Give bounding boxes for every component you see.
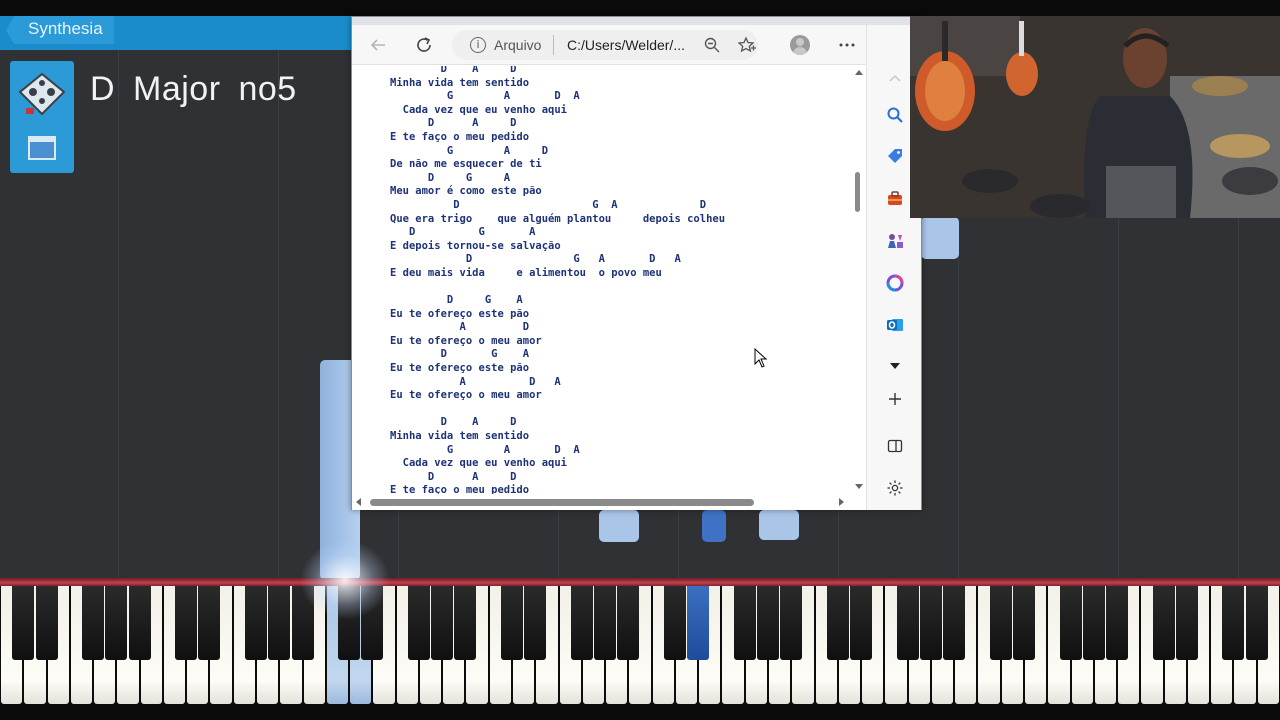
black-key[interactable] [1175, 586, 1198, 660]
black-key[interactable] [780, 586, 803, 660]
black-key[interactable] [1106, 586, 1129, 660]
black-key[interactable] [617, 586, 640, 660]
vertical-scroll-thumb[interactable] [855, 172, 860, 212]
profile-icon[interactable] [790, 35, 810, 55]
scroll-up-arrow-icon[interactable] [855, 70, 863, 75]
dropdown-icon[interactable] [886, 357, 904, 375]
tab-strip [352, 17, 921, 25]
more-icon[interactable] [838, 36, 856, 54]
black-key[interactable] [663, 586, 686, 660]
favorites-add-icon[interactable] [738, 36, 756, 54]
black-key[interactable] [687, 586, 710, 660]
lane-divider [278, 50, 279, 580]
info-icon[interactable]: i [470, 37, 486, 53]
black-key[interactable] [128, 586, 151, 660]
falling-note [921, 217, 959, 259]
synthesia-back-label: Synthesia [28, 19, 103, 38]
horizontal-scroll-thumb[interactable] [370, 499, 754, 506]
chord-title: D Major no5 [90, 70, 297, 108]
search-icon[interactable] [886, 106, 904, 124]
sidebar-collapse-icon[interactable] [888, 73, 902, 83]
mouse-cursor-icon [754, 348, 768, 368]
black-key[interactable] [594, 586, 617, 660]
black-key[interactable] [1059, 586, 1082, 660]
black-key[interactable] [826, 586, 849, 660]
tools-icon[interactable] [886, 189, 904, 207]
address-url[interactable]: C:/Users/Welder/... [567, 37, 685, 53]
gamepad-icon[interactable] [16, 70, 68, 120]
scroll-left-arrow-icon[interactable] [356, 498, 361, 506]
scroll-right-arrow-icon[interactable] [839, 498, 844, 506]
back-arrow-icon[interactable] [369, 36, 387, 54]
black-key[interactable] [1152, 586, 1175, 660]
black-key[interactable] [757, 586, 779, 660]
black-key[interactable] [501, 586, 523, 660]
lyrics-text: D A D Minha vida tem sentido G A D A Cad… [390, 66, 726, 497]
falling-note [702, 510, 726, 542]
black-key[interactable] [245, 586, 267, 660]
piano-keyboard [0, 586, 1280, 704]
outlook-icon[interactable] [886, 316, 904, 334]
black-key[interactable] [524, 586, 547, 660]
black-key[interactable] [733, 586, 756, 660]
address-separator [553, 35, 554, 55]
black-key[interactable] [896, 586, 919, 660]
bottom-letterbox [0, 704, 1280, 720]
address-scheme: Arquivo [494, 37, 542, 53]
black-key[interactable] [198, 586, 221, 660]
games-icon[interactable] [886, 232, 904, 250]
black-key[interactable] [1222, 586, 1245, 660]
page-content[interactable]: D A D Minha vida tem sentido G A D A Cad… [352, 66, 866, 510]
split-screen-icon[interactable] [886, 437, 904, 455]
black-key[interactable] [1245, 586, 1268, 660]
falling-note [599, 510, 639, 542]
webcam-video [910, 16, 1280, 218]
black-key[interactable] [431, 586, 454, 660]
refresh-icon[interactable] [415, 36, 433, 54]
black-key[interactable] [35, 586, 58, 660]
black-key[interactable] [407, 586, 430, 660]
key-press-glow [300, 540, 390, 620]
webcam-scene-image [910, 16, 1280, 218]
add-icon[interactable] [886, 390, 904, 408]
lane-divider [118, 50, 119, 580]
settings-icon[interactable] [886, 479, 904, 497]
black-key[interactable] [12, 586, 35, 660]
zoom-out-icon[interactable] [704, 37, 720, 53]
vertical-scrollbar[interactable] [851, 66, 865, 494]
black-key[interactable] [82, 586, 105, 660]
shopping-tag-icon[interactable] [886, 147, 904, 165]
black-key[interactable] [175, 586, 198, 660]
keyboard-top-bar [0, 578, 1280, 586]
black-key[interactable] [943, 586, 966, 660]
falling-note [759, 510, 799, 540]
black-key[interactable] [919, 586, 942, 660]
browser-window: i Arquivo C:/Users/Welder/... D A D Minh… [351, 16, 922, 510]
black-key[interactable] [268, 586, 291, 660]
black-key[interactable] [1082, 586, 1105, 660]
office-icon[interactable] [886, 274, 904, 292]
black-key[interactable] [570, 586, 593, 660]
black-key[interactable] [105, 586, 128, 660]
black-key[interactable] [989, 586, 1012, 660]
scroll-down-arrow-icon[interactable] [855, 484, 863, 489]
black-key[interactable] [454, 586, 477, 660]
black-key[interactable] [1013, 586, 1035, 660]
black-key[interactable] [850, 586, 873, 660]
window-icon[interactable] [28, 136, 56, 160]
top-letterbox [0, 0, 1280, 16]
